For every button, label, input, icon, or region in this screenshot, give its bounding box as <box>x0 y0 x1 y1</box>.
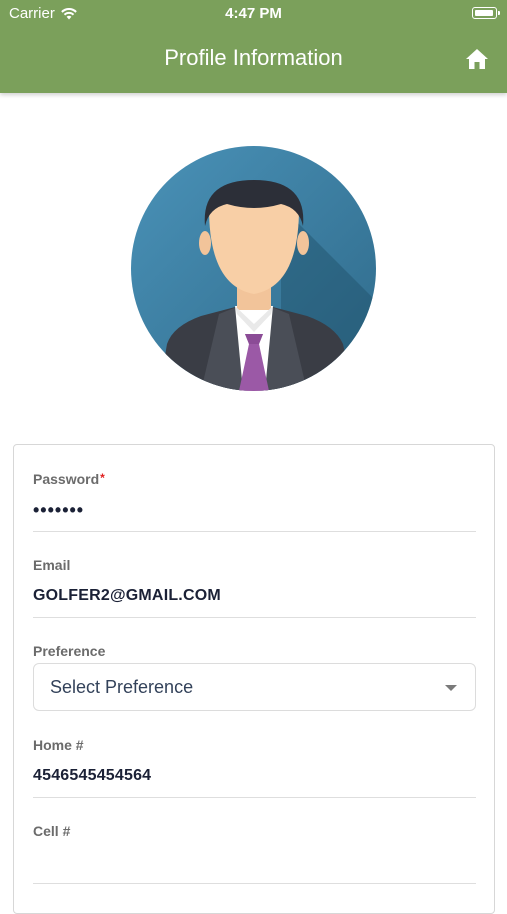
status-time: 4:47 PM <box>225 5 282 22</box>
email-input[interactable]: GOLFER2@GMAIL.COM <box>33 587 476 605</box>
home-phone-field[interactable]: Home # 4546545454564 <box>33 737 476 798</box>
app-header: Carrier 4:47 PM Profile Information <box>0 0 507 93</box>
cell-phone-underline <box>33 883 476 884</box>
status-bar: Carrier 4:47 PM <box>0 0 507 28</box>
profile-form-card: Password* ••••••• Email GOLFER2@GMAIL.CO… <box>13 444 495 914</box>
cell-phone-input[interactable] <box>33 853 476 871</box>
chevron-down-icon <box>445 685 457 691</box>
password-label: Password <box>33 471 100 487</box>
preference-placeholder: Select Preference <box>50 677 194 697</box>
preference-label: Preference <box>33 643 106 659</box>
email-underline <box>33 617 476 618</box>
home-phone-label: Home # <box>33 737 84 753</box>
preference-select[interactable]: Select Preference <box>33 663 476 711</box>
password-underline <box>33 531 476 532</box>
email-label: Email <box>33 557 71 573</box>
home-button[interactable] <box>465 48 489 70</box>
home-phone-underline <box>33 797 476 798</box>
home-icon <box>466 49 488 69</box>
password-field[interactable]: Password* ••••••• <box>33 471 476 532</box>
email-field[interactable]: Email GOLFER2@GMAIL.COM <box>33 557 476 618</box>
page-title: Profile Information <box>164 45 343 70</box>
cell-phone-label: Cell # <box>33 823 71 839</box>
battery-icon <box>472 7 500 19</box>
home-phone-input[interactable]: 4546545454564 <box>33 767 476 785</box>
required-marker: * <box>100 471 105 485</box>
preference-field[interactable]: Preference Select Preference <box>33 643 476 711</box>
user-avatar-icon[interactable] <box>131 146 376 391</box>
password-input[interactable]: ••••••• <box>33 500 476 521</box>
cell-phone-field[interactable]: Cell # <box>33 823 476 884</box>
